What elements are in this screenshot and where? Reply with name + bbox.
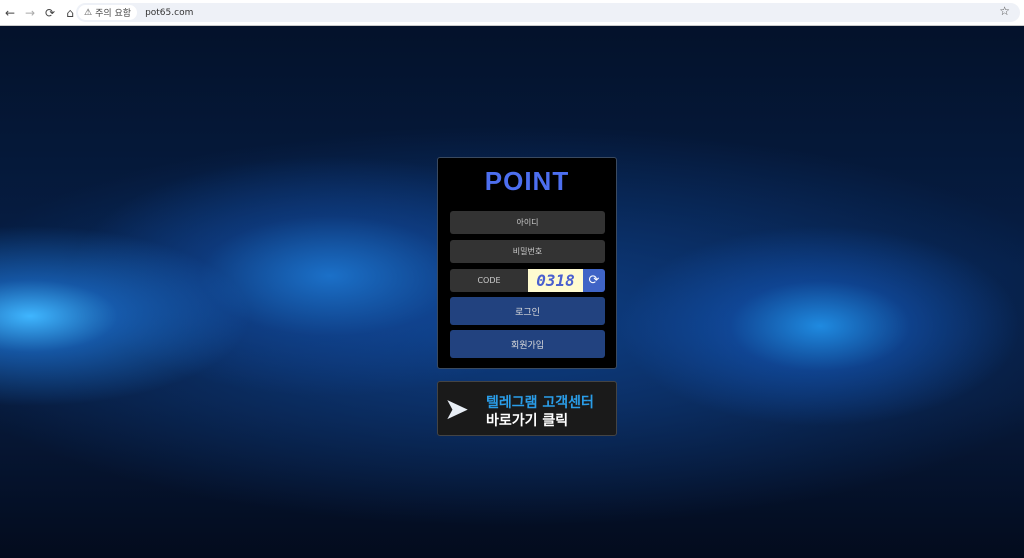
login-panel: POINT 아이디 비밀번호 CODE 0318 ⟳ 로그인 회원가입 bbox=[437, 157, 617, 369]
browser-toolbar: ← → ⟳ ⌂ ⚠ 주의 요함 pot65.com ☆ bbox=[0, 0, 1024, 26]
security-warning-chip[interactable]: ⚠ 주의 요함 bbox=[78, 5, 138, 20]
telegram-line1: 텔레그램 고객센터 bbox=[486, 395, 594, 411]
reload-button[interactable]: ⟳ bbox=[40, 6, 60, 20]
telegram-line2: 바로가기 클릭 bbox=[486, 413, 569, 429]
logo: POINT bbox=[484, 166, 570, 196]
password-input[interactable]: 비밀번호 bbox=[450, 240, 605, 263]
telegram-plane-icon: ➤ bbox=[444, 392, 470, 427]
code-input[interactable]: CODE bbox=[450, 269, 528, 292]
warning-label: 주의 요함 bbox=[95, 9, 132, 19]
signup-button[interactable]: 회원가입 bbox=[450, 330, 605, 358]
captcha-image: 0318 bbox=[528, 269, 583, 292]
id-input[interactable]: 아이디 bbox=[450, 211, 605, 234]
forward-button[interactable]: → bbox=[20, 6, 40, 20]
back-button[interactable]: ← bbox=[0, 6, 20, 20]
login-button[interactable]: 로그인 bbox=[450, 297, 605, 325]
address-bar[interactable]: ⚠ 주의 요함 pot65.com ☆ bbox=[76, 3, 1020, 22]
bookmark-star-icon[interactable]: ☆ bbox=[999, 4, 1010, 18]
captcha-row: CODE 0318 ⟳ bbox=[450, 269, 605, 292]
refresh-captcha-icon[interactable]: ⟳ bbox=[583, 269, 605, 292]
url-text[interactable]: pot65.com bbox=[145, 8, 193, 18]
warning-icon: ⚠ bbox=[84, 7, 93, 18]
telegram-support-banner[interactable]: ➤ 텔레그램 고객센터 바로가기 클릭 bbox=[437, 381, 617, 436]
